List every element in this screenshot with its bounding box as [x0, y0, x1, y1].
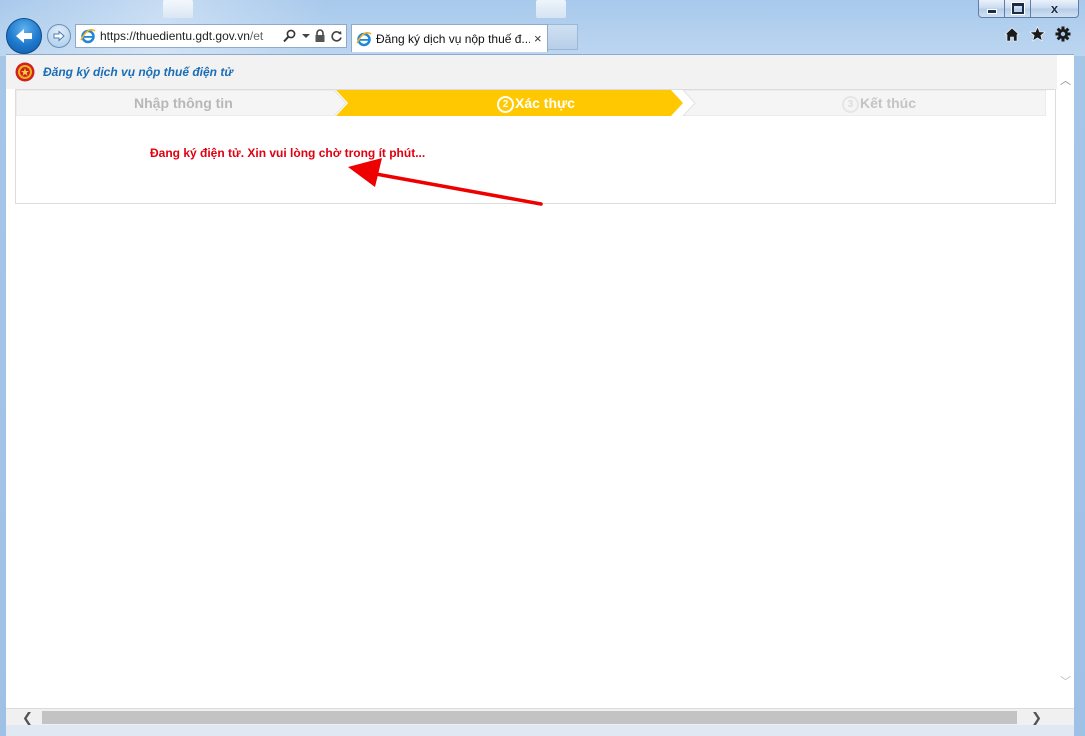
close-tab-icon[interactable]: ×	[534, 31, 542, 46]
scroll-right-icon[interactable]: ❯	[1031, 710, 1042, 726]
url-text: https://thuedientu.gdt.gov.vn/et	[100, 29, 278, 43]
close-icon: x	[1050, 1, 1059, 16]
browser-window: x https://thuedientu.gdt.gov.vn/et Đăng …	[0, 0, 1085, 736]
ie-logo-icon	[356, 31, 372, 46]
ie-logo-icon	[80, 28, 96, 44]
emblem-icon	[15, 62, 35, 82]
chevron-down-icon[interactable]	[302, 33, 310, 39]
minimize-button[interactable]	[978, 0, 1005, 18]
step-input-info: Nhập thông tin	[134, 95, 233, 111]
maximize-icon	[1011, 3, 1024, 14]
progress-steps: Nhập thông tin 2 Xác thực 3 Kết thúc	[16, 90, 1046, 116]
new-tab-button[interactable]	[548, 24, 578, 50]
step-verify: 2 Xác thực	[497, 95, 575, 113]
forward-arrow-icon	[53, 30, 65, 42]
scroll-down-icon[interactable]: ﹀	[1060, 673, 1071, 689]
back-button[interactable]	[6, 18, 42, 54]
scroll-up-icon[interactable]: ︿	[1060, 72, 1071, 88]
step-finish: 3 Kết thúc	[842, 95, 916, 113]
window-controls: x	[978, 0, 1079, 18]
forward-button[interactable]	[47, 24, 71, 48]
desktop-decoration	[536, 0, 566, 18]
gear-icon[interactable]	[1055, 26, 1071, 42]
home-icon[interactable]	[1004, 27, 1020, 42]
star-icon[interactable]	[1029, 26, 1046, 42]
horizontal-scrollbar[interactable]: ❮ ❯	[6, 708, 1074, 725]
page-title: Đăng ký dịch vụ nộp thuế điện tử	[43, 65, 233, 79]
registration-panel: Nhập thông tin 2 Xác thực 3 Kết thúc Đang …	[15, 89, 1056, 204]
waiting-message: Đang ký điện tử. Xin vui lòng chờ trong …	[150, 146, 426, 160]
step-3-label: Kết thúc	[860, 95, 916, 111]
horizontal-scroll-thumb[interactable]	[42, 711, 1017, 724]
window-bottom-frame	[6, 725, 1074, 736]
step-1-label: Nhập thông tin	[134, 95, 233, 111]
vertical-scrollbar[interactable]: ︿ ﹀	[1057, 55, 1074, 709]
tab-active[interactable]: Đăng ký dịch vụ nộp thuế đ... ×	[351, 24, 548, 52]
browser-toolbar	[1004, 26, 1071, 42]
close-window-button[interactable]: x	[1031, 0, 1079, 18]
refresh-icon[interactable]	[330, 30, 343, 43]
step-2-label: Xác thực	[515, 95, 575, 111]
page-viewport: Đăng ký dịch vụ nộp thuế điện tử Nhập th…	[6, 54, 1074, 709]
search-icon[interactable]	[282, 29, 298, 43]
maximize-button[interactable]	[1005, 0, 1031, 18]
step-2-number: 2	[497, 96, 514, 113]
minimize-icon	[986, 9, 997, 14]
tab-title: Đăng ký dịch vụ nộp thuế đ...	[376, 31, 530, 46]
page-header: Đăng ký dịch vụ nộp thuế điện tử	[6, 55, 1057, 89]
desktop-decoration	[163, 0, 193, 18]
step-3-number: 3	[842, 96, 859, 113]
scroll-left-icon[interactable]: ❮	[22, 710, 33, 726]
url-path: /et	[249, 29, 264, 43]
url-host: https://thuedientu.gdt.gov.vn	[100, 29, 250, 43]
address-bar[interactable]: https://thuedientu.gdt.gov.vn/et	[75, 24, 347, 48]
lock-icon[interactable]	[314, 29, 326, 43]
back-arrow-icon	[16, 29, 32, 43]
